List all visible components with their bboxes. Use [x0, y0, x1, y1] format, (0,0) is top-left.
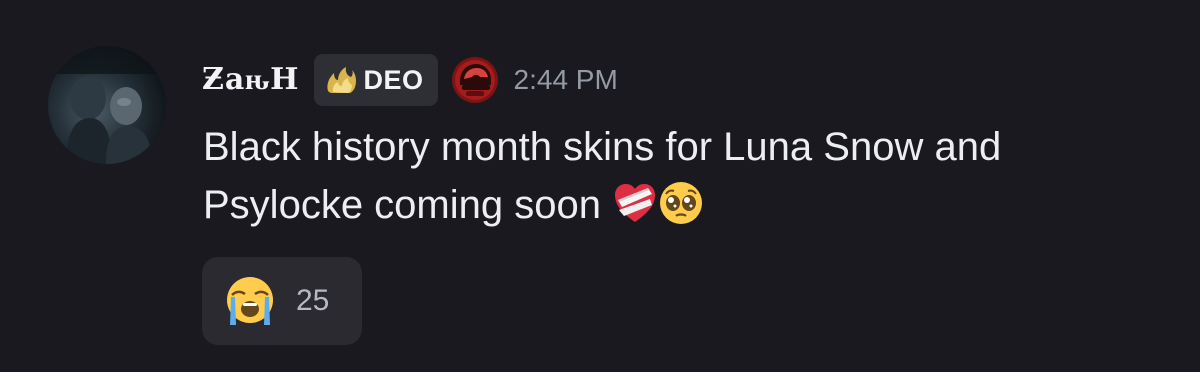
role-tag[interactable]: DEO	[313, 54, 438, 106]
pleading-face-emoji	[660, 182, 703, 224]
mending-heart-emoji	[615, 184, 656, 222]
role-label: DEO	[363, 64, 424, 95]
username[interactable]: ƵaԋH	[202, 65, 300, 95]
user-avatar[interactable]	[48, 46, 166, 164]
red-helmet-icon[interactable]	[450, 55, 500, 105]
timestamp: 2:44 PM	[513, 64, 618, 95]
loudly-crying-face-emoji	[227, 277, 273, 325]
user-avatar-icon	[48, 46, 166, 164]
message-line-2-text: Psylocke coming soon	[203, 183, 601, 227]
reaction-count: 25	[296, 284, 330, 317]
message-header: ƵaԋH DEO 2:44 PM	[202, 54, 618, 106]
chat-message: ƵaԋH DEO 2:44 PM Black history month ski…	[0, 0, 1200, 372]
golden-flame-icon	[326, 67, 356, 93]
message-line-1: Black history month skins for Luna Snow …	[203, 125, 1002, 169]
message-content: Black history month skins for Luna Snow …	[203, 118, 1163, 234]
reaction-button[interactable]: 25	[202, 257, 362, 345]
message-line-2: Psylocke coming soon	[203, 176, 1163, 234]
